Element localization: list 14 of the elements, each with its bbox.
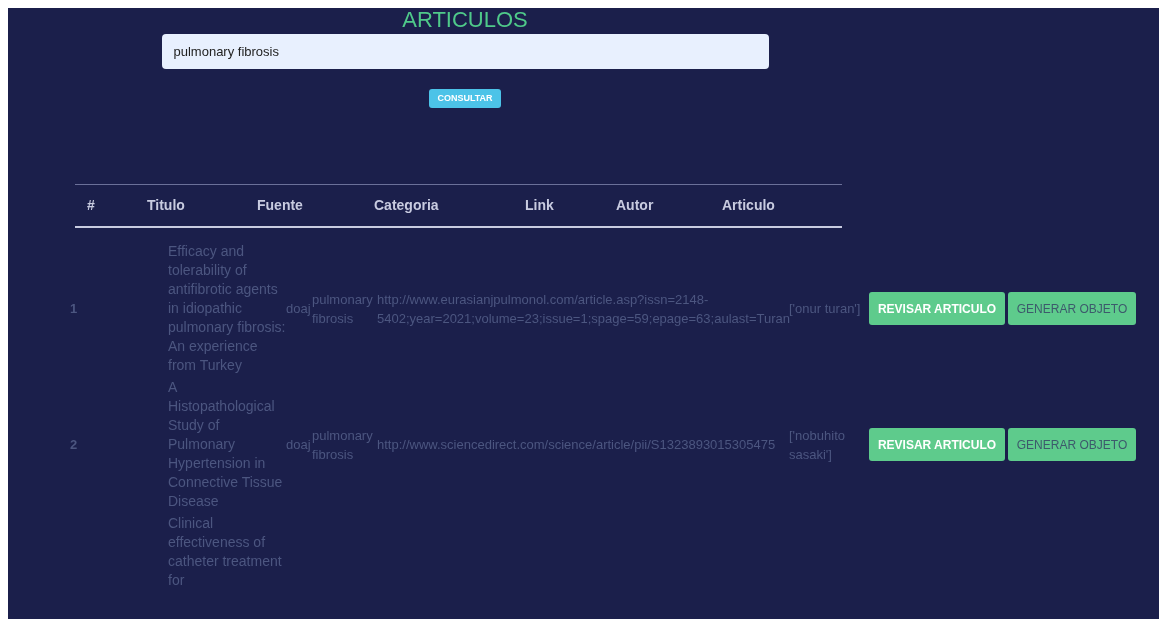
consult-button[interactable]: CONSULTAR <box>429 89 501 108</box>
column-header: Fuente <box>257 196 304 215</box>
column-header: Autor <box>616 196 655 215</box>
column-header: Titulo <box>147 196 186 215</box>
page-title: ARTICULOS <box>402 8 528 32</box>
review-button[interactable]: REVISAR ARTICULO <box>869 428 1005 461</box>
review-button[interactable]: REVISAR ARTICULO <box>869 292 1005 325</box>
column-header: # <box>86 196 96 215</box>
column-header: Categoria <box>374 196 440 215</box>
generate-button[interactable]: GENERAR OBJETO <box>1008 292 1136 325</box>
search-field[interactable]: pulmonary fibrosis <box>161 34 769 69</box>
generate-button[interactable]: GENERAR OBJETO <box>1008 428 1136 461</box>
column-header: Link <box>525 196 555 215</box>
column-header: Articulo <box>722 196 776 215</box>
